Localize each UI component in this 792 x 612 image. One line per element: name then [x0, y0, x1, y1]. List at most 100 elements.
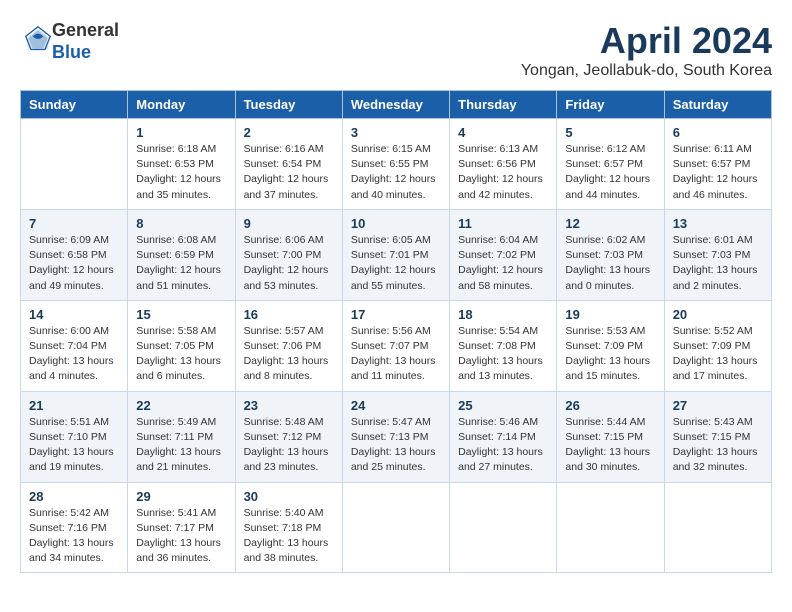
calendar-cell: 14 Sunrise: 6:00 AM Sunset: 7:04 PM Dayli…	[21, 300, 128, 391]
calendar-cell	[557, 482, 664, 573]
day-info: Sunrise: 6:00 AM Sunset: 7:04 PM Dayligh…	[29, 324, 119, 385]
calendar-cell	[21, 119, 128, 210]
day-info: Sunrise: 5:54 AM Sunset: 7:08 PM Dayligh…	[458, 324, 548, 385]
day-info: Sunrise: 5:57 AM Sunset: 7:06 PM Dayligh…	[244, 324, 334, 385]
day-number: 16	[244, 307, 334, 322]
day-info: Sunrise: 6:06 AM Sunset: 7:00 PM Dayligh…	[244, 233, 334, 294]
day-info: Sunrise: 6:11 AM Sunset: 6:57 PM Dayligh…	[673, 142, 763, 203]
day-number: 25	[458, 398, 548, 413]
day-number: 19	[565, 307, 655, 322]
calendar-cell: 9 Sunrise: 6:06 AM Sunset: 7:00 PM Daylig…	[235, 209, 342, 300]
day-number: 15	[136, 307, 226, 322]
day-info: Sunrise: 5:56 AM Sunset: 7:07 PM Dayligh…	[351, 324, 441, 385]
calendar-cell: 2 Sunrise: 6:16 AM Sunset: 6:54 PM Daylig…	[235, 119, 342, 210]
calendar-cell: 12 Sunrise: 6:02 AM Sunset: 7:03 PM Dayli…	[557, 209, 664, 300]
calendar-cell	[450, 482, 557, 573]
day-number: 7	[29, 216, 119, 231]
calendar-body: 1 Sunrise: 6:18 AM Sunset: 6:53 PM Daylig…	[21, 119, 772, 573]
calendar-week-5: 28Sunrise: 5:42 AM Sunset: 7:16 PM Dayli…	[21, 482, 772, 573]
day-info: Sunrise: 6:02 AM Sunset: 7:03 PM Dayligh…	[565, 233, 655, 294]
day-info: Sunrise: 6:18 AM Sunset: 6:53 PM Dayligh…	[136, 142, 226, 203]
calendar-cell: 21 Sunrise: 5:51 AM Sunset: 7:10 PM Dayli…	[21, 391, 128, 482]
day-info: Sunrise: 5:42 AM Sunset: 7:16 PM Dayligh…	[29, 506, 119, 567]
day-number: 12	[565, 216, 655, 231]
day-number: 17	[351, 307, 441, 322]
logo-blue: Blue	[52, 42, 119, 64]
day-number: 30	[244, 489, 334, 504]
header-cell-sunday: Sunday	[21, 91, 128, 119]
day-info: Sunrise: 5:58 AM Sunset: 7:05 PM Dayligh…	[136, 324, 226, 385]
day-number: 2	[244, 125, 334, 140]
day-info: Sunrise: 6:08 AM Sunset: 6:59 PM Dayligh…	[136, 233, 226, 294]
day-info: Sunrise: 5:44 AM Sunset: 7:15 PM Dayligh…	[565, 415, 655, 476]
calendar-week-4: 21 Sunrise: 5:51 AM Sunset: 7:10 PM Dayli…	[21, 391, 772, 482]
day-info: Sunrise: 6:16 AM Sunset: 6:54 PM Dayligh…	[244, 142, 334, 203]
calendar-cell: 20Sunrise: 5:52 AM Sunset: 7:09 PM Dayli…	[664, 300, 771, 391]
day-number: 8	[136, 216, 226, 231]
day-number: 10	[351, 216, 441, 231]
calendar-week-2: 7 Sunrise: 6:09 AM Sunset: 6:58 PM Daylig…	[21, 209, 772, 300]
day-number: 6	[673, 125, 763, 140]
calendar-cell	[664, 482, 771, 573]
day-number: 27	[673, 398, 763, 413]
day-info: Sunrise: 5:43 AM Sunset: 7:15 PM Dayligh…	[673, 415, 763, 476]
day-info: Sunrise: 5:52 AM Sunset: 7:09 PM Dayligh…	[673, 324, 763, 385]
day-number: 14	[29, 307, 119, 322]
day-info: Sunrise: 5:47 AM Sunset: 7:13 PM Dayligh…	[351, 415, 441, 476]
day-info: Sunrise: 5:40 AM Sunset: 7:18 PM Dayligh…	[244, 506, 334, 567]
day-number: 18	[458, 307, 548, 322]
day-info: Sunrise: 6:09 AM Sunset: 6:58 PM Dayligh…	[29, 233, 119, 294]
logo: General Blue	[20, 20, 119, 63]
calendar-cell: 22 Sunrise: 5:49 AM Sunset: 7:11 PM Dayli…	[128, 391, 235, 482]
day-info: Sunrise: 5:46 AM Sunset: 7:14 PM Dayligh…	[458, 415, 548, 476]
calendar-cell: 3Sunrise: 6:15 AM Sunset: 6:55 PM Daylig…	[342, 119, 449, 210]
logo-icon	[24, 25, 52, 53]
day-number: 9	[244, 216, 334, 231]
calendar-cell: 27 Sunrise: 5:43 AM Sunset: 7:15 PM Dayli…	[664, 391, 771, 482]
calendar-cell: 30 Sunrise: 5:40 AM Sunset: 7:18 PM Dayli…	[235, 482, 342, 573]
calendar-cell: 23 Sunrise: 5:48 AM Sunset: 7:12 PM Dayli…	[235, 391, 342, 482]
calendar-cell: 26 Sunrise: 5:44 AM Sunset: 7:15 PM Dayli…	[557, 391, 664, 482]
calendar-cell	[342, 482, 449, 573]
day-info: Sunrise: 6:12 AM Sunset: 6:57 PM Dayligh…	[565, 142, 655, 203]
header-cell-thursday: Thursday	[450, 91, 557, 119]
day-info: Sunrise: 5:53 AM Sunset: 7:09 PM Dayligh…	[565, 324, 655, 385]
calendar-cell: 16 Sunrise: 5:57 AM Sunset: 7:06 PM Dayli…	[235, 300, 342, 391]
day-number: 1	[136, 125, 226, 140]
day-info: Sunrise: 5:51 AM Sunset: 7:10 PM Dayligh…	[29, 415, 119, 476]
day-info: Sunrise: 6:01 AM Sunset: 7:03 PM Dayligh…	[673, 233, 763, 294]
title-block: April 2024 Yongan, Jeollabuk-do, South K…	[521, 20, 772, 80]
calendar-cell: 17 Sunrise: 5:56 AM Sunset: 7:07 PM Dayli…	[342, 300, 449, 391]
day-info: Sunrise: 5:48 AM Sunset: 7:12 PM Dayligh…	[244, 415, 334, 476]
header-row: SundayMondayTuesdayWednesdayThursdayFrid…	[21, 91, 772, 119]
header-cell-saturday: Saturday	[664, 91, 771, 119]
day-number: 26	[565, 398, 655, 413]
day-number: 29	[136, 489, 226, 504]
calendar-week-1: 1 Sunrise: 6:18 AM Sunset: 6:53 PM Daylig…	[21, 119, 772, 210]
calendar-cell: 11Sunrise: 6:04 AM Sunset: 7:02 PM Dayli…	[450, 209, 557, 300]
calendar-header: SundayMondayTuesdayWednesdayThursdayFrid…	[21, 91, 772, 119]
day-info: Sunrise: 6:15 AM Sunset: 6:55 PM Dayligh…	[351, 142, 441, 203]
day-number: 4	[458, 125, 548, 140]
calendar-cell: 4 Sunrise: 6:13 AM Sunset: 6:56 PM Daylig…	[450, 119, 557, 210]
calendar-cell: 28Sunrise: 5:42 AM Sunset: 7:16 PM Dayli…	[21, 482, 128, 573]
calendar-cell: 29Sunrise: 5:41 AM Sunset: 7:17 PM Dayli…	[128, 482, 235, 573]
calendar-cell: 1 Sunrise: 6:18 AM Sunset: 6:53 PM Daylig…	[128, 119, 235, 210]
day-info: Sunrise: 6:05 AM Sunset: 7:01 PM Dayligh…	[351, 233, 441, 294]
calendar-week-3: 14 Sunrise: 6:00 AM Sunset: 7:04 PM Dayli…	[21, 300, 772, 391]
day-number: 21	[29, 398, 119, 413]
day-info: Sunrise: 6:13 AM Sunset: 6:56 PM Dayligh…	[458, 142, 548, 203]
calendar-cell: 15 Sunrise: 5:58 AM Sunset: 7:05 PM Dayli…	[128, 300, 235, 391]
header-cell-monday: Monday	[128, 91, 235, 119]
month-year-title: April 2024	[521, 20, 772, 62]
day-number: 11	[458, 216, 548, 231]
calendar-cell: 25 Sunrise: 5:46 AM Sunset: 7:14 PM Dayli…	[450, 391, 557, 482]
day-number: 23	[244, 398, 334, 413]
day-number: 13	[673, 216, 763, 231]
calendar-cell: 18 Sunrise: 5:54 AM Sunset: 7:08 PM Dayli…	[450, 300, 557, 391]
calendar-cell: 19 Sunrise: 5:53 AM Sunset: 7:09 PM Dayli…	[557, 300, 664, 391]
day-number: 24	[351, 398, 441, 413]
header-cell-wednesday: Wednesday	[342, 91, 449, 119]
day-info: Sunrise: 5:49 AM Sunset: 7:11 PM Dayligh…	[136, 415, 226, 476]
day-number: 22	[136, 398, 226, 413]
